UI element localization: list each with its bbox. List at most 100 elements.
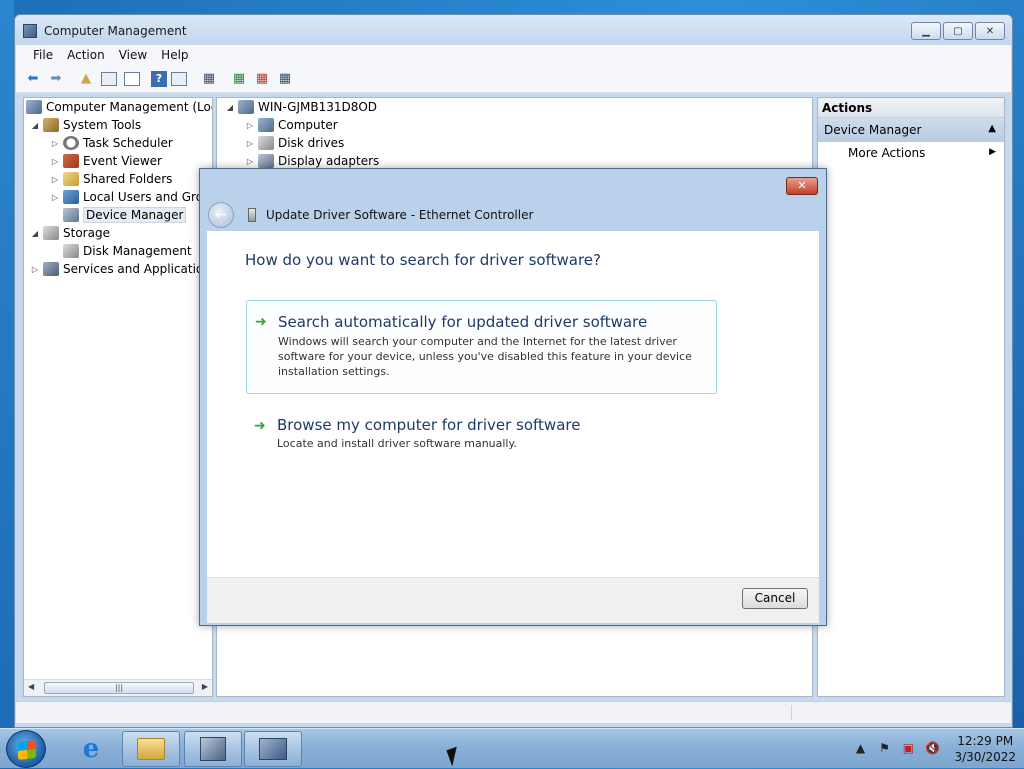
device-category-label: Disk drives xyxy=(278,136,345,150)
taskbar-internet-explorer[interactable]: e xyxy=(62,731,120,767)
folder-icon xyxy=(137,738,165,760)
disk-drive-icon xyxy=(258,136,274,150)
tools-icon xyxy=(43,118,59,132)
collapse-arrow-icon[interactable]: ◢ xyxy=(30,121,40,130)
tree-item-shared-folders[interactable]: ▷ Shared Folders xyxy=(50,170,172,188)
expand-arrow-icon[interactable]: ▷ xyxy=(50,175,60,184)
services-icon xyxy=(43,262,59,276)
taskbar-file-explorer[interactable] xyxy=(122,731,180,767)
update-driver-dialog: ✕ ← Update Driver Software - Ethernet Co… xyxy=(199,168,827,626)
dialog-close-button[interactable]: ✕ xyxy=(786,177,818,195)
tree-item-task-scheduler[interactable]: ▷ Task Scheduler xyxy=(50,134,173,152)
menu-file[interactable]: File xyxy=(26,48,60,62)
taskbar-device-manager[interactable] xyxy=(244,731,302,767)
tree-item-root[interactable]: Computer Management (Local xyxy=(26,98,213,116)
menu-help[interactable]: Help xyxy=(154,48,195,62)
uninstall-device-icon[interactable]: ▦ xyxy=(251,68,273,90)
cancel-button[interactable]: Cancel xyxy=(742,588,808,609)
expand-arrow-icon[interactable]: ▷ xyxy=(50,157,60,166)
start-button[interactable] xyxy=(6,730,46,768)
expand-arrow-icon[interactable]: ▷ xyxy=(245,157,255,166)
back-arrow-icon[interactable]: ⬅ xyxy=(22,68,44,90)
network-device-icon xyxy=(248,208,256,222)
maximize-button[interactable]: ▢ xyxy=(943,22,973,40)
expand-arrow-icon[interactable]: ▷ xyxy=(50,193,60,202)
device-category-label: Display adapters xyxy=(278,154,380,168)
expand-arrow-icon[interactable]: ▷ xyxy=(50,139,60,148)
device-category-row[interactable]: ▷ Disk drives xyxy=(245,134,344,152)
scan-hardware-icon[interactable]: ▦ xyxy=(198,68,220,90)
taskbar: e ▲ ⚑ ▣ 🔇 12:29 PM 3/30/2022 xyxy=(0,728,1024,768)
option-title: Search automatically for updated driver … xyxy=(278,313,648,331)
option-description: Windows will search your computer and th… xyxy=(278,335,692,378)
browse-computer-option[interactable]: ➜ Browse my computer for driver software… xyxy=(246,408,717,468)
tree-item-storage[interactable]: ◢ Storage xyxy=(30,224,110,242)
toolbar-separator xyxy=(221,68,227,90)
desktop-background xyxy=(0,0,14,728)
horizontal-scrollbar[interactable]: ◀ ||| ▶ xyxy=(24,679,212,696)
disk-management-icon xyxy=(63,244,79,258)
tree-item-label: Task Scheduler xyxy=(83,136,173,150)
title-bar[interactable]: Computer Management ▁ ▢ ✕ xyxy=(15,15,1012,45)
actions-section-label: Device Manager xyxy=(824,123,922,137)
properties-icon[interactable] xyxy=(121,68,143,90)
green-arrow-icon: ➜ xyxy=(254,418,266,434)
device-category-row[interactable]: ▷ Computer xyxy=(245,116,338,134)
help-icon[interactable]: ? xyxy=(151,70,167,87)
expand-arrow-icon[interactable]: ▷ xyxy=(30,265,40,274)
more-actions-label: More Actions xyxy=(848,146,926,160)
back-arrow-icon: ← xyxy=(215,207,227,223)
tree-item-local-users[interactable]: ▷ Local Users and Group xyxy=(50,188,212,206)
collapse-arrow-icon[interactable]: ◢ xyxy=(30,229,40,238)
taskbar-computer-management[interactable] xyxy=(184,731,242,767)
device-host-row[interactable]: ◢ WIN-GJMB131D8OD xyxy=(225,98,377,116)
scroll-right-icon[interactable]: ▶ xyxy=(202,682,208,691)
collapse-up-icon[interactable]: ▲ xyxy=(988,123,996,134)
device-category-label: Computer xyxy=(278,118,338,132)
menu-view[interactable]: View xyxy=(112,48,154,62)
tree-item-services[interactable]: ▷ Services and Applications xyxy=(30,260,212,278)
tree-item-device-manager[interactable]: Device Manager xyxy=(63,206,187,224)
show-hide-tree-icon[interactable] xyxy=(98,68,120,90)
search-automatically-option[interactable]: ➜ Search automatically for updated drive… xyxy=(246,300,717,394)
tree-item-label: System Tools xyxy=(63,118,142,132)
show-hidden-icons-icon[interactable]: ▲ xyxy=(851,741,869,757)
tree-item-disk-management[interactable]: Disk Management xyxy=(63,242,192,260)
tree-item-label: Shared Folders xyxy=(83,172,173,186)
more-actions-item[interactable]: More Actions ▶ xyxy=(818,142,1004,164)
shared-folder-icon xyxy=(63,172,79,186)
up-folder-icon[interactable]: ▲ xyxy=(75,68,97,90)
scrollbar-thumb[interactable]: ||| xyxy=(44,682,194,694)
status-bar xyxy=(16,701,1011,723)
update-driver-icon[interactable]: ▦ xyxy=(228,68,250,90)
action-pane-icon[interactable] xyxy=(168,68,190,90)
expand-arrow-icon[interactable]: ▷ xyxy=(245,121,255,130)
expand-arrow-icon[interactable]: ▷ xyxy=(245,139,255,148)
green-arrow-icon: ➜ xyxy=(255,314,267,330)
option-description: Locate and install driver software manua… xyxy=(277,437,517,450)
tree-item-event-viewer[interactable]: ▷ Event Viewer xyxy=(50,152,162,170)
menu-action[interactable]: Action xyxy=(60,48,112,62)
enable-device-icon[interactable]: ▦ xyxy=(274,68,296,90)
minimize-button[interactable]: ▁ xyxy=(911,22,941,40)
console-tree: Computer Management (Local ◢ System Tool… xyxy=(23,97,213,697)
action-center-flag-icon[interactable]: ⚑ xyxy=(875,741,893,757)
network-disconnected-icon[interactable]: ▣ xyxy=(899,741,917,757)
storage-icon xyxy=(43,226,59,240)
dialog-header: ← Update Driver Software - Ethernet Cont… xyxy=(208,199,818,231)
scroll-left-icon[interactable]: ◀ xyxy=(28,682,34,691)
users-icon xyxy=(63,190,79,204)
forward-arrow-icon[interactable]: ➡ xyxy=(45,68,67,90)
device-manager-icon xyxy=(259,738,287,760)
tree-item-label: Disk Management xyxy=(83,244,192,258)
clock[interactable]: 12:29 PM 3/30/2022 xyxy=(954,733,1016,765)
tree-item-label: Computer Management (Local xyxy=(46,100,213,114)
actions-header: Actions xyxy=(818,98,1004,118)
actions-section-device-manager[interactable]: Device Manager ▲ xyxy=(818,118,1004,142)
toolbar-separator xyxy=(191,68,197,90)
close-button[interactable]: ✕ xyxy=(975,22,1005,40)
back-button[interactable]: ← xyxy=(208,202,234,228)
collapse-arrow-icon[interactable]: ◢ xyxy=(225,103,235,112)
volume-muted-icon[interactable]: 🔇 xyxy=(923,741,941,757)
tree-item-system-tools[interactable]: ◢ System Tools xyxy=(30,116,141,134)
